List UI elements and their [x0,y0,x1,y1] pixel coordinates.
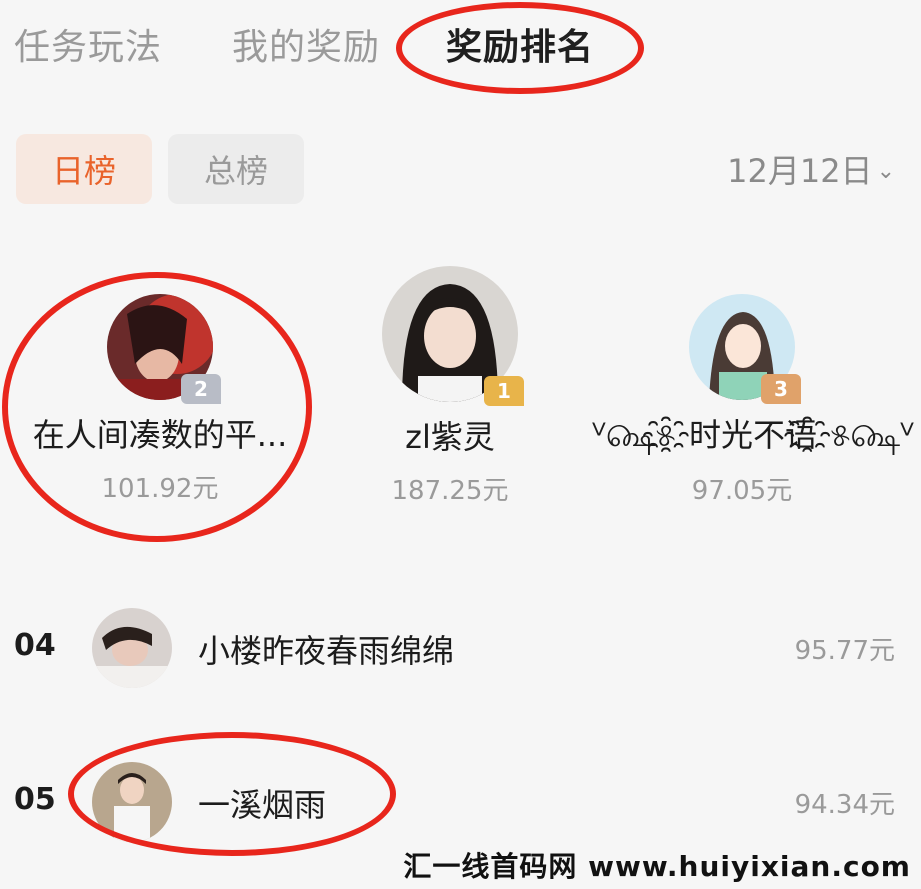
rank-badge-bronze: 3 [761,374,801,404]
podium-rank-2[interactable]: 2 在人间凑数的平... 101.92元 [10,294,310,505]
total-ranking-button[interactable]: 总榜 [168,134,304,204]
avatar-wrap: 1 [382,266,524,406]
tab-my-rewards[interactable]: 我的奖励 [232,18,380,70]
avatar-wrap: 3 [689,294,801,404]
avatar-wrap: 2 [107,294,221,404]
avatar [92,762,172,842]
tab-reward-ranking[interactable]: 奖励排名 [446,18,594,70]
reward-amount: 95.77元 [794,636,895,666]
podium-name: ⱽ௸୫҈时光不语҈୫௸ⱽ [592,416,914,454]
rank-number: 04 [14,628,56,663]
podium-rank-3[interactable]: 3 ⱽ௸୫҈时光不语҈୫௸ⱽ 97.05元 [592,294,914,507]
tab-bar: 任务玩法 我的奖励 奖励排名 [0,0,921,90]
podium-rank-1[interactable]: 1 zl紫灵 187.25元 [300,266,600,507]
tab-task-play[interactable]: 任务玩法 [14,18,162,70]
chevron-down-icon: ⌄ [876,159,895,184]
podium-amount: 97.05元 [691,476,793,506]
podium-amount: 101.92元 [101,474,219,504]
user-name: 一溪烟雨 [198,786,327,824]
reward-amount: 94.34元 [794,790,895,820]
rank-badge-silver: 2 [181,374,221,404]
podium-amount: 187.25元 [391,476,509,506]
user-name: 小楼昨夜春雨绵绵 [198,632,455,670]
date-selector[interactable]: 12月12日 ⌄ [727,146,895,192]
date-label: 12月12日 [727,152,873,190]
avatar [92,608,172,688]
list-item[interactable]: 05 一溪烟雨 94.34元 [0,752,921,852]
daily-ranking-button[interactable]: 日榜 [16,134,152,204]
watermark-text: 汇一线首码网 www.huiyixian.com [403,850,911,883]
list-item[interactable]: 04 小楼昨夜春雨绵绵 95.77元 [0,598,921,698]
podium-name: 在人间凑数的平... [32,416,288,454]
rank-badge-gold: 1 [484,376,524,406]
podium-name: zl紫灵 [405,418,495,456]
rank-number: 05 [14,782,56,817]
